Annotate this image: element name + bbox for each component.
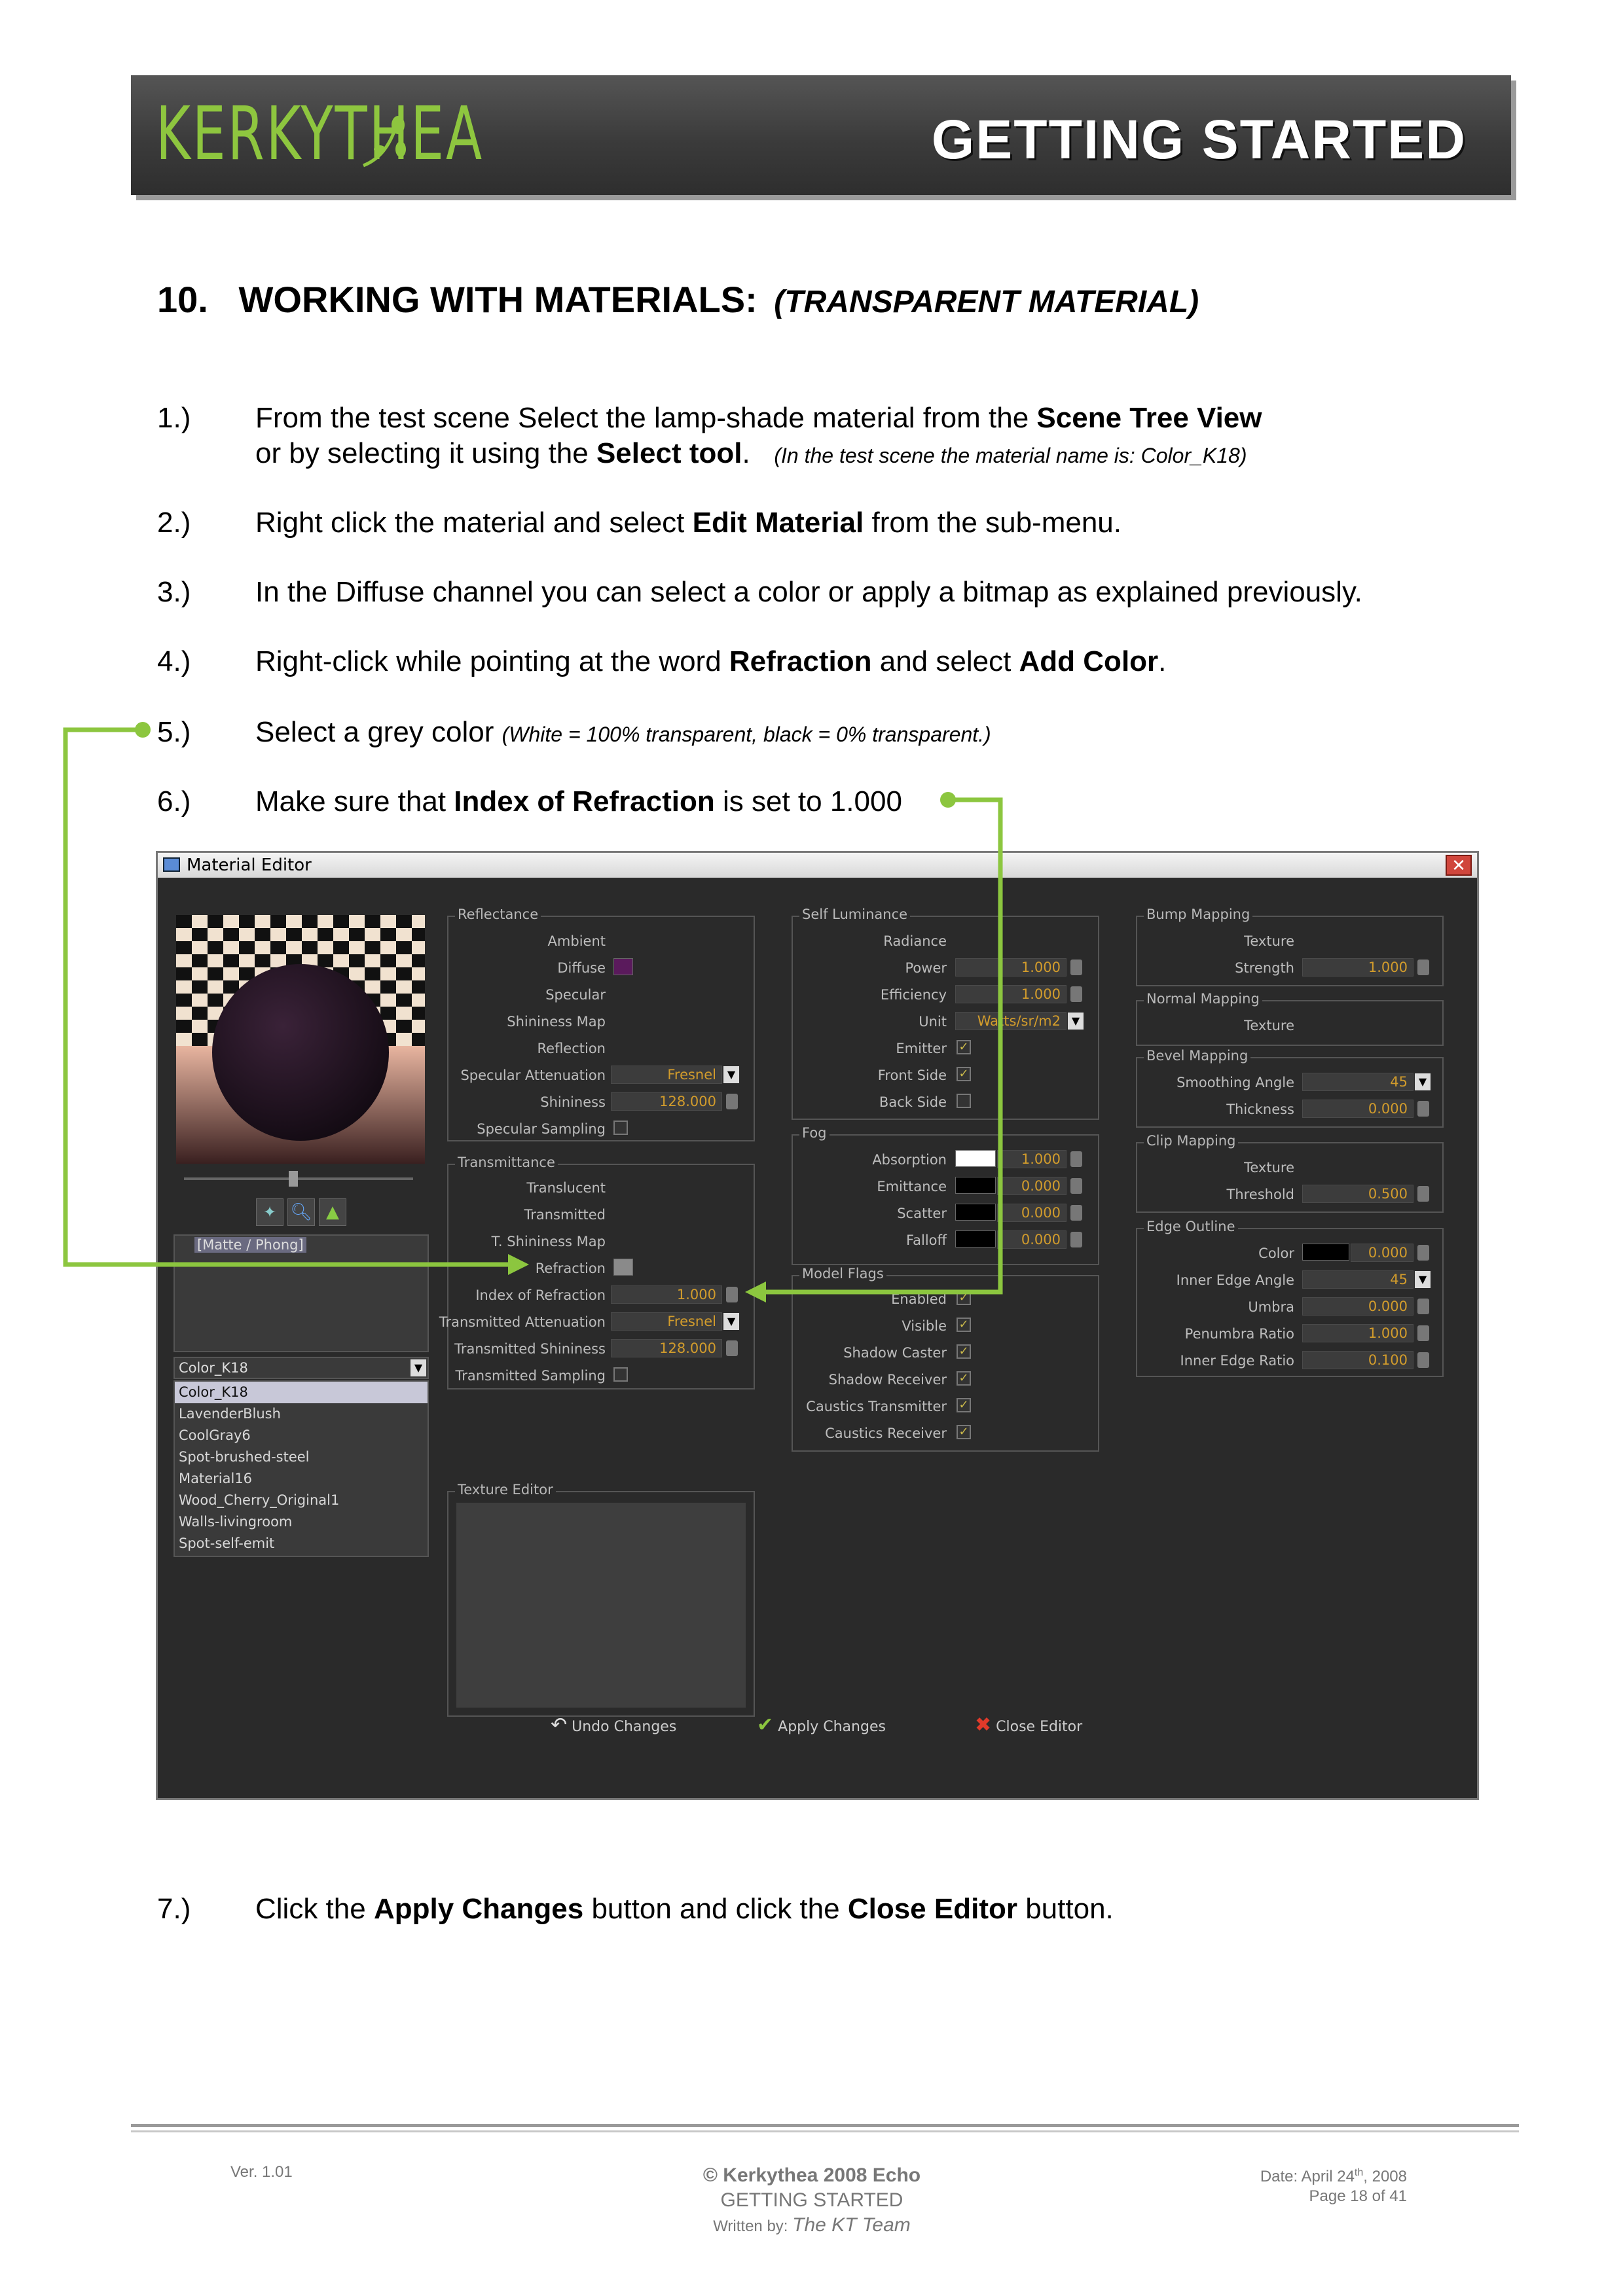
- footer-center: © Kerkythea 2008 Echo GETTING STARTED Wr…: [655, 2163, 969, 2239]
- step-text: Click the: [255, 1893, 374, 1925]
- footer-copyright: © Kerkythea 2008 Echo: [702, 2164, 921, 2186]
- footer-rule: [131, 2124, 1519, 2127]
- step-bold: Apply Changes: [373, 1893, 584, 1925]
- footer-rule: [131, 2130, 1519, 2132]
- footer-date: Date: April 24: [1260, 2168, 1355, 2185]
- footer-date-block: Date: April 24th, 2008 Page 18 of 41: [1260, 2163, 1407, 2206]
- step-text: button and click the: [583, 1893, 848, 1925]
- footer-page: Page 18 of 41: [1309, 2187, 1407, 2205]
- annotation-arrows: [63, 722, 1003, 1302]
- step-bold: Close Editor: [847, 1893, 1017, 1925]
- footer-date-year: , 2008: [1363, 2168, 1407, 2185]
- footer-date-sup: th: [1354, 2167, 1364, 2178]
- footer-written-by: Written by:: [713, 2217, 788, 2235]
- step-number: 7.): [157, 1893, 191, 1925]
- footer-doc: GETTING STARTED: [720, 2189, 903, 2211]
- step-text: button.: [1017, 1893, 1114, 1925]
- footer-team: The KT Team: [792, 2214, 911, 2236]
- footer-version: Ver. 1.01: [230, 2163, 293, 2181]
